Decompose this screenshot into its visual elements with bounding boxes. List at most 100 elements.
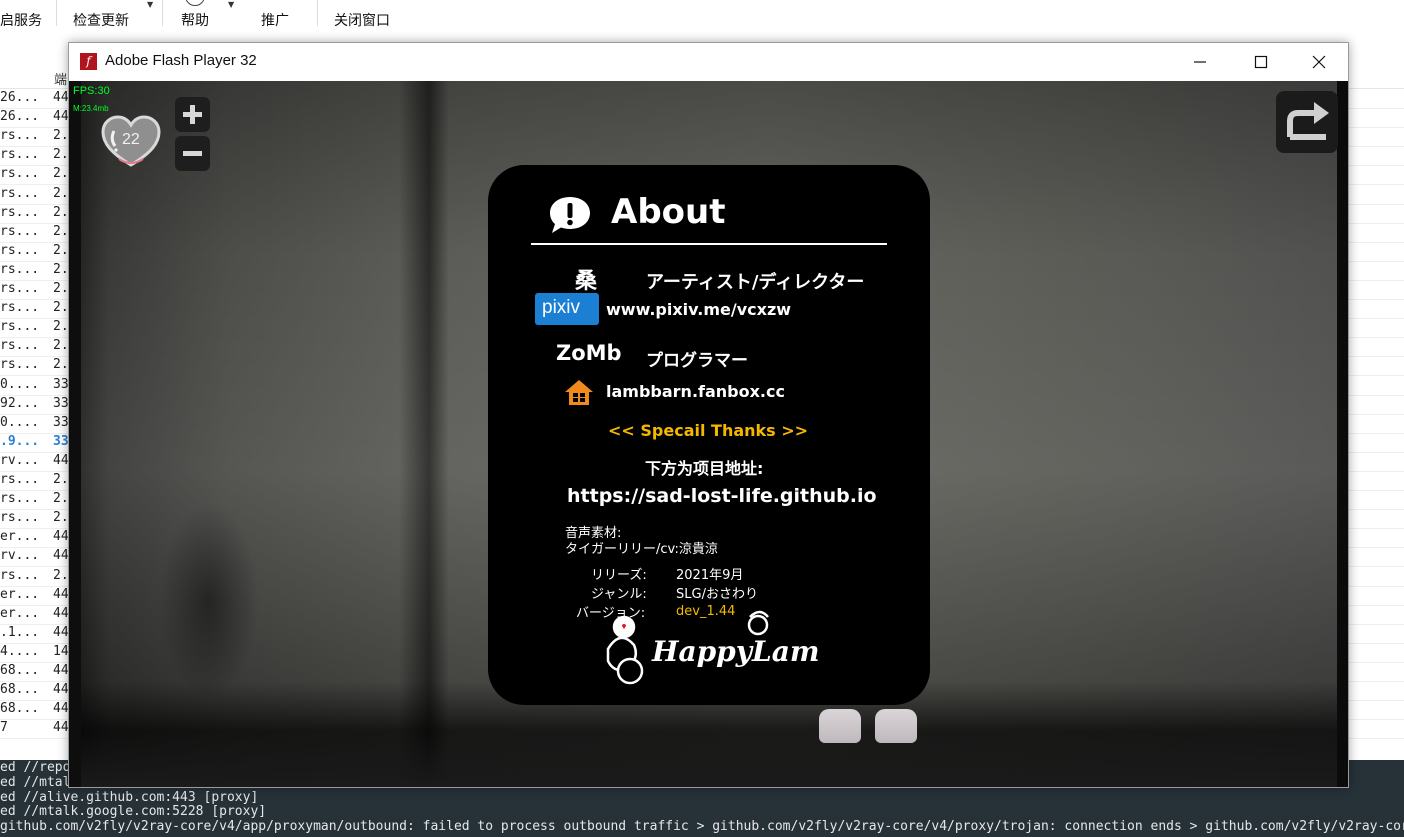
- row-port: 2.: [53, 242, 69, 258]
- row-port: 33: [53, 376, 69, 392]
- row-port: 2.: [53, 510, 69, 526]
- project-address-label: 下方为项目地址:: [645, 459, 764, 478]
- log-line: ed //repo: [0, 760, 71, 775]
- share-arrow-icon: [1287, 102, 1329, 140]
- row-address: 26...: [0, 90, 40, 105]
- minimize-button[interactable]: [1171, 43, 1229, 81]
- row-address: rs...: [0, 472, 40, 487]
- row-address: rs...: [0, 204, 40, 220]
- promote-button[interactable]: 推广: [261, 10, 289, 30]
- row-address: 92...: [0, 395, 40, 411]
- character-foot-left: [819, 709, 861, 743]
- about-panel: About 桑 アーティスト/ディレクター pixiv www.pixiv.me…: [488, 165, 930, 705]
- row-port: 44: [53, 109, 69, 125]
- row-port: 44: [53, 624, 69, 640]
- row-address: rv...: [0, 548, 40, 564]
- minimize-icon: [1194, 61, 1206, 63]
- row-port: 2.: [53, 147, 69, 163]
- row-address: er...: [0, 586, 40, 602]
- column-header-port[interactable]: 端: [54, 69, 67, 88]
- row-address: 26...: [0, 109, 40, 125]
- row-address: rs...: [0, 242, 40, 258]
- row-address: 0....: [0, 414, 40, 430]
- plus-icon: [183, 105, 202, 124]
- artist-name: 桑: [575, 269, 598, 294]
- row-port: 2.: [53, 166, 69, 182]
- row-address: 4....: [0, 643, 40, 659]
- row-port: 44: [53, 586, 69, 602]
- row-address: rs...: [0, 510, 40, 526]
- game-stage[interactable]: FPS:30 M:23.4mb 22 About 桑 アーティスト/ディレクター…: [69, 81, 1348, 787]
- row-port: 2.: [53, 319, 69, 335]
- flash-player-window: f Adobe Flash Player 32 FPS:30 M:23.4mb: [68, 42, 1349, 788]
- log-line: ed //alive.github.com:443 [proxy]: [0, 790, 259, 805]
- row-port: 2.: [53, 491, 69, 507]
- row-address: rs...: [0, 223, 40, 239]
- memory-value: M:23.4mb: [73, 104, 109, 113]
- row-address: rs...: [0, 147, 40, 163]
- maximize-button[interactable]: [1232, 43, 1290, 81]
- share-button[interactable]: [1276, 91, 1338, 153]
- close-icon: [1312, 55, 1326, 69]
- row-address: er...: [0, 529, 40, 545]
- row-address: rs...: [0, 357, 40, 373]
- row-address: er...: [0, 605, 40, 621]
- home-icon: [565, 380, 593, 405]
- check-update-button[interactable]: 检查更新: [73, 10, 129, 30]
- row-address: 68...: [0, 701, 40, 717]
- heart-value: 22: [122, 131, 140, 148]
- pixiv-label: pixiv: [542, 297, 581, 318]
- artist-role: アーティスト/ディレクター: [646, 272, 865, 293]
- row-address: rs...: [0, 491, 40, 507]
- close-window-button[interactable]: 关闭窗口: [334, 10, 390, 30]
- row-address: rs...: [0, 185, 40, 201]
- title-bar[interactable]: f Adobe Flash Player 32: [69, 43, 1348, 81]
- row-port: 2.: [53, 357, 69, 373]
- row-address: rs...: [0, 300, 40, 316]
- row-port: 2.: [53, 281, 69, 296]
- row-address: rs...: [0, 281, 40, 296]
- row-port: 2.: [53, 185, 69, 201]
- row-port: 33: [53, 433, 69, 449]
- row-port: 44: [53, 452, 69, 468]
- heart-meter: 22: [101, 115, 161, 169]
- genre-label: ジャンル:: [591, 587, 647, 602]
- row-address: rs...: [0, 128, 40, 144]
- minus-icon: [183, 151, 202, 156]
- zoom-in-button[interactable]: [175, 97, 210, 132]
- release-value: 2021年9月: [676, 568, 744, 583]
- row-port: 44: [53, 663, 69, 678]
- row-address: rs...: [0, 567, 40, 583]
- flash-logo-icon: f: [80, 53, 97, 70]
- row-port: 2.: [53, 567, 69, 583]
- exclamation-bubble-icon: [550, 197, 590, 233]
- project-url[interactable]: https://sad-lost-life.github.io: [567, 485, 877, 507]
- row-port: 44: [53, 682, 69, 698]
- row-address: rs...: [0, 338, 40, 354]
- close-button[interactable]: [1290, 43, 1348, 81]
- help-button[interactable]: 帮助: [181, 10, 209, 30]
- row-port: 33: [53, 414, 69, 430]
- row-port: 2.: [53, 223, 69, 239]
- chevron-down-icon[interactable]: ▼: [147, 0, 153, 9]
- log-line: ed //mtalk.google.com:5228 [proxy]: [0, 804, 267, 819]
- start-service-button[interactable]: 启服务: [0, 10, 42, 30]
- row-port: 44: [53, 605, 69, 621]
- row-address: 68...: [0, 663, 40, 678]
- log-line: github.com/v2fly/v2ray-core/v4/app/proxy…: [0, 819, 1404, 834]
- chevron-down-icon[interactable]: ▼: [228, 0, 234, 9]
- studio-logo-text: HappyLambBarn: [651, 635, 820, 668]
- main-toolbar: 启服务 检查更新 ▼ 帮助 ▼ 推广 关闭窗口: [0, 0, 1404, 40]
- row-address: 7: [0, 720, 8, 736]
- stage-border-left: [69, 81, 81, 787]
- zoom-out-button[interactable]: [175, 136, 210, 171]
- fanbox-link[interactable]: lambbarn.fanbox.cc: [606, 382, 785, 401]
- row-address: rs...: [0, 319, 40, 335]
- row-address: .1...: [0, 624, 40, 640]
- about-title: About: [611, 192, 726, 232]
- row-port: 2.: [53, 338, 69, 354]
- toolbar-divider: [162, 0, 163, 26]
- row-port: 14: [53, 643, 69, 659]
- maximize-icon: [1254, 55, 1268, 69]
- pixiv-link[interactable]: www.pixiv.me/vcxzw: [606, 300, 791, 319]
